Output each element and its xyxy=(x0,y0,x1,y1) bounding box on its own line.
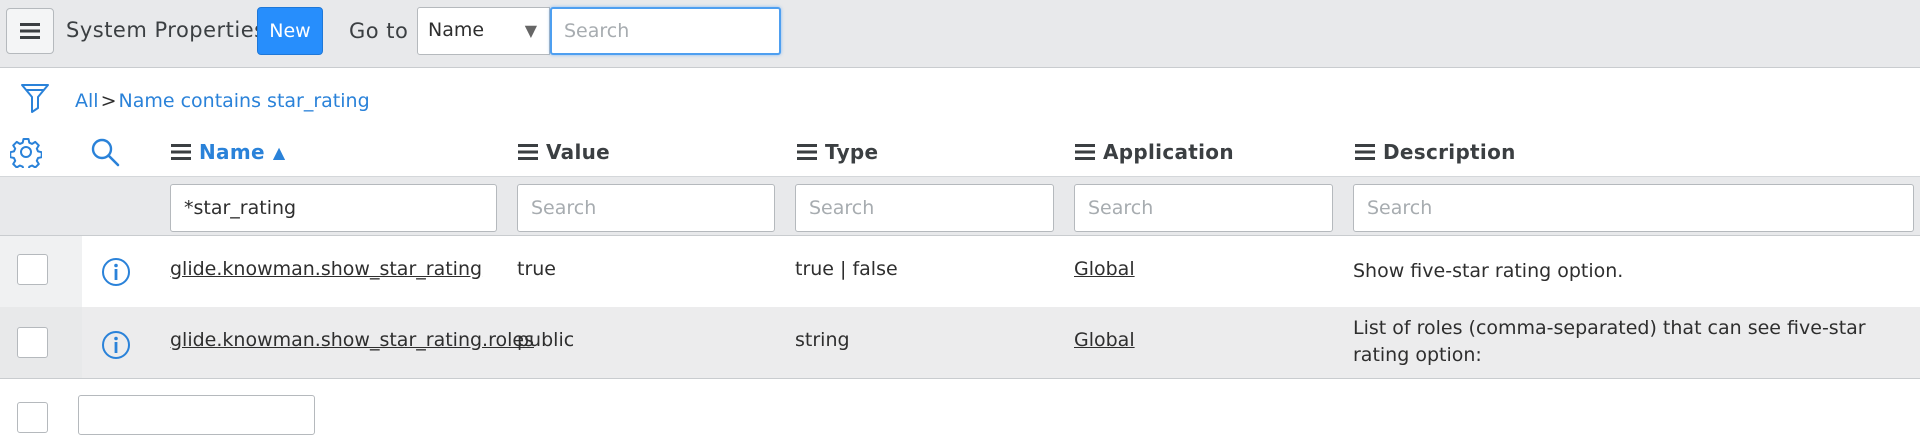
gear-icon[interactable] xyxy=(10,136,42,168)
column-header-description[interactable]: Description xyxy=(1355,138,1516,166)
dropdown-arrow-icon: ▼ xyxy=(524,21,537,40)
goto-search-input[interactable] xyxy=(550,7,781,55)
magnifier-icon[interactable] xyxy=(89,136,121,168)
list-menu-button[interactable] xyxy=(6,8,54,54)
row-application-link[interactable]: Global xyxy=(1074,258,1135,280)
column-label: Description xyxy=(1383,140,1516,164)
description-filter-input[interactable] xyxy=(1353,184,1914,232)
breadcrumb-separator: > xyxy=(100,90,117,112)
table-row: glide.knowman.show_star_rating true true… xyxy=(0,236,1920,308)
column-menu-icon[interactable] xyxy=(518,144,538,160)
list-header: System Properties New Go to Name ▼ xyxy=(0,0,1920,68)
list-title: System Properties xyxy=(66,18,266,42)
info-circle-icon[interactable] xyxy=(100,329,132,361)
row-name-link[interactable]: glide.knowman.show_star_rating xyxy=(170,258,482,280)
type-filter-input[interactable] xyxy=(795,184,1054,232)
column-header-application[interactable]: Application xyxy=(1075,138,1234,166)
row-check-cell xyxy=(0,307,82,378)
row-type: string xyxy=(795,329,850,351)
column-menu-icon[interactable] xyxy=(797,144,817,160)
column-filter-row xyxy=(0,176,1920,236)
column-label: Type xyxy=(825,140,879,164)
column-header-name[interactable]: Name ▲ xyxy=(171,138,285,166)
column-menu-icon[interactable] xyxy=(1355,144,1375,160)
application-filter-input[interactable] xyxy=(1074,184,1333,232)
funnel-icon[interactable] xyxy=(20,82,50,114)
breadcrumb: All > Name contains star_rating xyxy=(75,90,370,112)
row-description: List of roles (comma-separated) that can… xyxy=(1353,317,1866,366)
column-label: Value xyxy=(546,140,611,164)
select-all-checkbox[interactable] xyxy=(17,402,48,433)
list-actions-select[interactable] xyxy=(78,395,315,435)
new-button[interactable]: New xyxy=(257,7,323,55)
goto-label: Go to xyxy=(349,19,409,43)
hamburger-icon xyxy=(20,23,40,39)
row-description: Show five-star rating option. xyxy=(1353,260,1624,282)
row-application-link[interactable]: Global xyxy=(1074,329,1135,351)
breadcrumb-condition-link[interactable]: Name contains star_rating xyxy=(118,90,369,112)
info-circle-icon[interactable] xyxy=(100,256,132,288)
breadcrumb-all-link[interactable]: All xyxy=(75,90,99,112)
row-type: true | false xyxy=(795,258,898,280)
row-checkbox[interactable] xyxy=(17,327,48,358)
column-menu-icon[interactable] xyxy=(1075,144,1095,160)
triangle-up-icon: ▲ xyxy=(272,142,286,162)
value-filter-input[interactable] xyxy=(517,184,775,232)
column-header-type[interactable]: Type xyxy=(797,138,878,166)
row-value: public xyxy=(517,329,575,351)
name-filter-input[interactable] xyxy=(170,184,497,232)
column-label: Application xyxy=(1103,140,1234,164)
row-name-link[interactable]: glide.knowman.show_star_rating.roles xyxy=(170,329,534,351)
column-header-value[interactable]: Value xyxy=(518,138,610,166)
column-menu-icon[interactable] xyxy=(171,144,191,160)
column-label: Name xyxy=(199,140,265,164)
row-value: true xyxy=(517,258,556,280)
table-row: glide.knowman.show_star_rating.roles pub… xyxy=(0,307,1920,379)
row-check-cell xyxy=(0,236,82,307)
row-checkbox[interactable] xyxy=(17,254,48,285)
goto-field-select[interactable]: Name ▼ xyxy=(417,7,550,55)
goto-field-value: Name xyxy=(428,19,485,41)
